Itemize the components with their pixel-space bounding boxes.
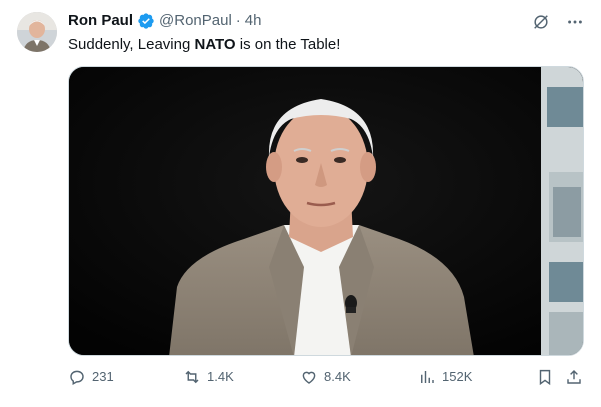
bookmark-button[interactable] — [536, 368, 560, 386]
like-count: 8.4K — [324, 369, 351, 384]
like-button[interactable]: 8.4K — [300, 368, 351, 386]
tweet-text-prefix: Suddenly, Leaving — [68, 36, 195, 53]
author-handle[interactable]: @RonPaul — [159, 11, 232, 31]
repost-icon — [185, 370, 199, 384]
tweet-card[interactable]: Ron Paul @RonPaul · 4h Suddenly, Leaving… — [0, 0, 601, 407]
tweet-text-suffix: is on the Table! — [235, 36, 341, 53]
repost-button[interactable]: 1.4K — [183, 368, 234, 386]
author-avatar[interactable] — [17, 12, 57, 52]
video-frame — [69, 67, 583, 355]
grok-icon[interactable] — [531, 12, 551, 32]
verified-badge-icon[interactable] — [137, 12, 155, 30]
reply-icon — [70, 370, 84, 385]
reply-count: 231 — [92, 369, 114, 384]
header-separator: · — [235, 12, 241, 29]
share-button[interactable] — [565, 368, 589, 386]
views-icon — [421, 371, 434, 383]
share-icon — [567, 369, 581, 384]
video-player[interactable] — [68, 66, 584, 356]
tweet-text: Suddenly, Leaving NATO is on the Table! — [68, 35, 340, 55]
more-icon[interactable] — [565, 12, 585, 32]
views-button[interactable]: 152K — [418, 368, 472, 386]
tweet-header: Ron Paul @RonPaul · 4h — [68, 11, 261, 31]
post-timestamp[interactable]: 4h — [245, 11, 262, 31]
repost-count: 1.4K — [207, 369, 234, 384]
bookmark-icon — [539, 369, 551, 386]
like-icon — [302, 371, 316, 384]
views-count: 152K — [442, 369, 473, 384]
tweet-text-bold: NATO — [194, 36, 236, 53]
reply-button[interactable]: 231 — [68, 368, 114, 386]
author-name[interactable]: Ron Paul — [68, 11, 133, 31]
tweet-top-actions — [531, 12, 585, 32]
tweet-actions: 231 1.4K 8.4K 152K — [66, 368, 590, 392]
